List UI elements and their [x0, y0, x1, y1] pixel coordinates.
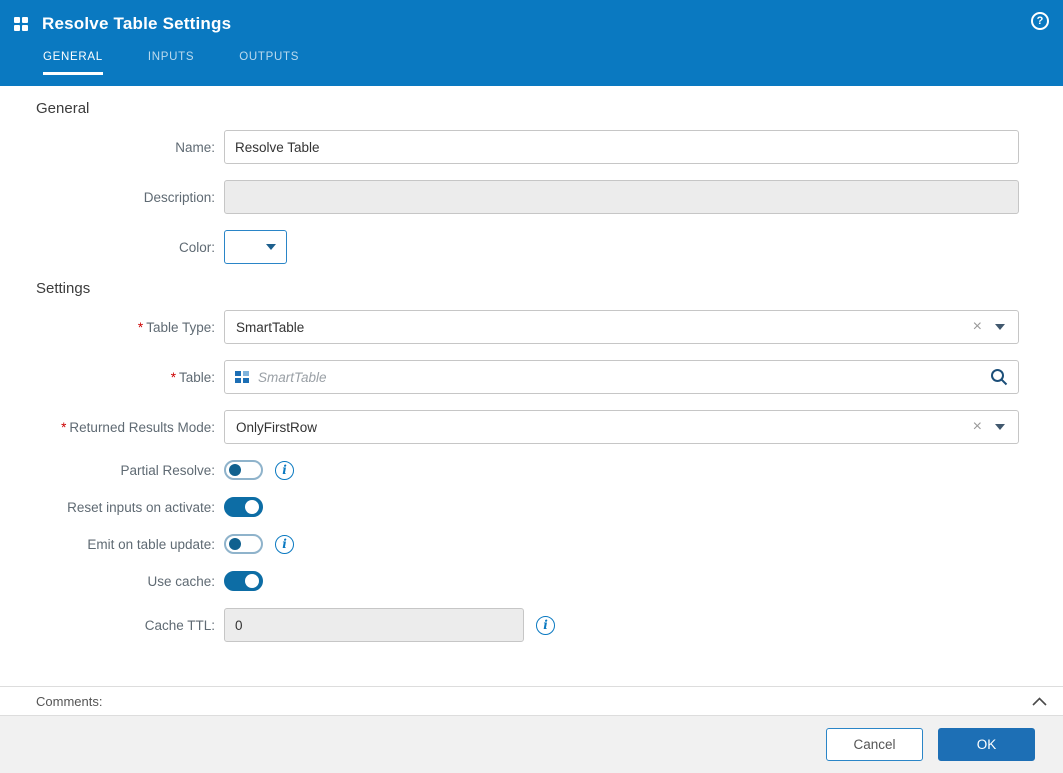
table-type-value: SmartTable — [236, 320, 304, 335]
caret-down-icon[interactable] — [995, 324, 1005, 330]
partial-resolve-row: Partial Resolve: i — [0, 460, 1063, 480]
general-section-heading: General — [36, 100, 1063, 117]
name-field-row: Name: — [0, 130, 1063, 164]
table-type-label: *Table Type: — [0, 320, 224, 335]
comments-label: Comments: — [36, 694, 102, 709]
dialog-title: Resolve Table Settings — [42, 14, 231, 34]
emit-on-table-update-row: Emit on table update: i — [0, 534, 1063, 554]
tab-bar: GENERAL INPUTS OUTPUTS — [0, 51, 1063, 75]
table-label: *Table: — [0, 370, 224, 385]
ok-button[interactable]: OK — [938, 728, 1035, 761]
toggle-knob — [229, 464, 241, 476]
table-field-row: *Table: — [0, 360, 1063, 394]
info-icon[interactable]: i — [536, 616, 555, 635]
reset-inputs-label: Reset inputs on activate: — [0, 500, 224, 515]
emit-on-table-update-toggle[interactable] — [224, 534, 263, 554]
clear-icon[interactable]: × — [973, 419, 982, 435]
settings-section-heading: Settings — [36, 280, 1063, 297]
search-icon[interactable] — [990, 368, 1008, 386]
emit-on-table-update-label: Emit on table update: — [0, 537, 224, 552]
table-type-field-row: *Table Type: SmartTable × — [0, 310, 1063, 344]
cache-ttl-input[interactable] — [224, 608, 524, 642]
caret-down-icon — [266, 244, 276, 250]
partial-resolve-label: Partial Resolve: — [0, 463, 224, 478]
table-search-input[interactable] — [258, 370, 982, 385]
returned-results-mode-dropdown[interactable]: OnlyFirstRow × — [224, 410, 1019, 444]
color-label: Color: — [0, 240, 224, 255]
table-picker[interactable] — [224, 360, 1019, 394]
info-icon[interactable]: i — [275, 535, 294, 554]
smarttable-icon — [235, 371, 250, 384]
clear-icon[interactable]: × — [973, 319, 982, 335]
help-icon[interactable]: ? — [1031, 12, 1049, 30]
title-row: Resolve Table Settings — [0, 0, 1063, 40]
returned-results-mode-value: OnlyFirstRow — [236, 420, 317, 435]
use-cache-row: Use cache: — [0, 571, 1063, 591]
info-icon[interactable]: i — [275, 461, 294, 480]
tab-inputs[interactable]: INPUTS — [148, 51, 194, 75]
table-label-text: Table: — [179, 370, 215, 385]
name-label: Name: — [0, 140, 224, 155]
partial-resolve-toggle[interactable] — [224, 460, 263, 480]
toggle-knob — [245, 500, 259, 514]
resolve-table-settings-dialog: Resolve Table Settings ? GENERAL INPUTS … — [0, 0, 1063, 773]
required-asterisk: * — [171, 370, 176, 385]
returned-results-mode-label: *Returned Results Mode: — [0, 420, 224, 435]
use-cache-label: Use cache: — [0, 574, 224, 589]
comments-bar[interactable]: Comments: — [0, 686, 1063, 716]
cancel-button[interactable]: Cancel — [826, 728, 923, 761]
returned-results-mode-label-text: Returned Results Mode: — [69, 420, 215, 435]
use-cache-toggle[interactable] — [224, 571, 263, 591]
settings-form: General Name: Description: Color: Settin… — [0, 86, 1063, 686]
color-field-row: Color: — [0, 230, 1063, 264]
toggle-knob — [229, 538, 241, 550]
returned-results-mode-field-row: *Returned Results Mode: OnlyFirstRow × — [0, 410, 1063, 444]
description-label: Description: — [0, 190, 224, 205]
table-type-label-text: Table Type: — [146, 320, 215, 335]
cache-ttl-label: Cache TTL: — [0, 618, 224, 633]
description-field-row: Description: — [0, 180, 1063, 214]
grid-menu-icon[interactable] — [14, 17, 28, 31]
required-asterisk: * — [61, 420, 66, 435]
caret-down-icon[interactable] — [995, 424, 1005, 430]
tab-outputs[interactable]: OUTPUTS — [239, 51, 299, 75]
cache-ttl-field-row: Cache TTL: i — [0, 608, 1063, 642]
reset-inputs-row: Reset inputs on activate: — [0, 497, 1063, 517]
reset-inputs-toggle[interactable] — [224, 497, 263, 517]
tab-general[interactable]: GENERAL — [43, 51, 103, 75]
table-type-dropdown[interactable]: SmartTable × — [224, 310, 1019, 344]
chevron-up-icon[interactable] — [1032, 697, 1047, 706]
toggle-knob — [245, 574, 259, 588]
name-input[interactable] — [224, 130, 1019, 164]
dialog-header: Resolve Table Settings ? GENERAL INPUTS … — [0, 0, 1063, 86]
description-input[interactable] — [224, 180, 1019, 214]
dialog-footer: Cancel OK — [0, 716, 1063, 773]
color-dropdown[interactable] — [224, 230, 287, 264]
required-asterisk: * — [138, 320, 143, 335]
